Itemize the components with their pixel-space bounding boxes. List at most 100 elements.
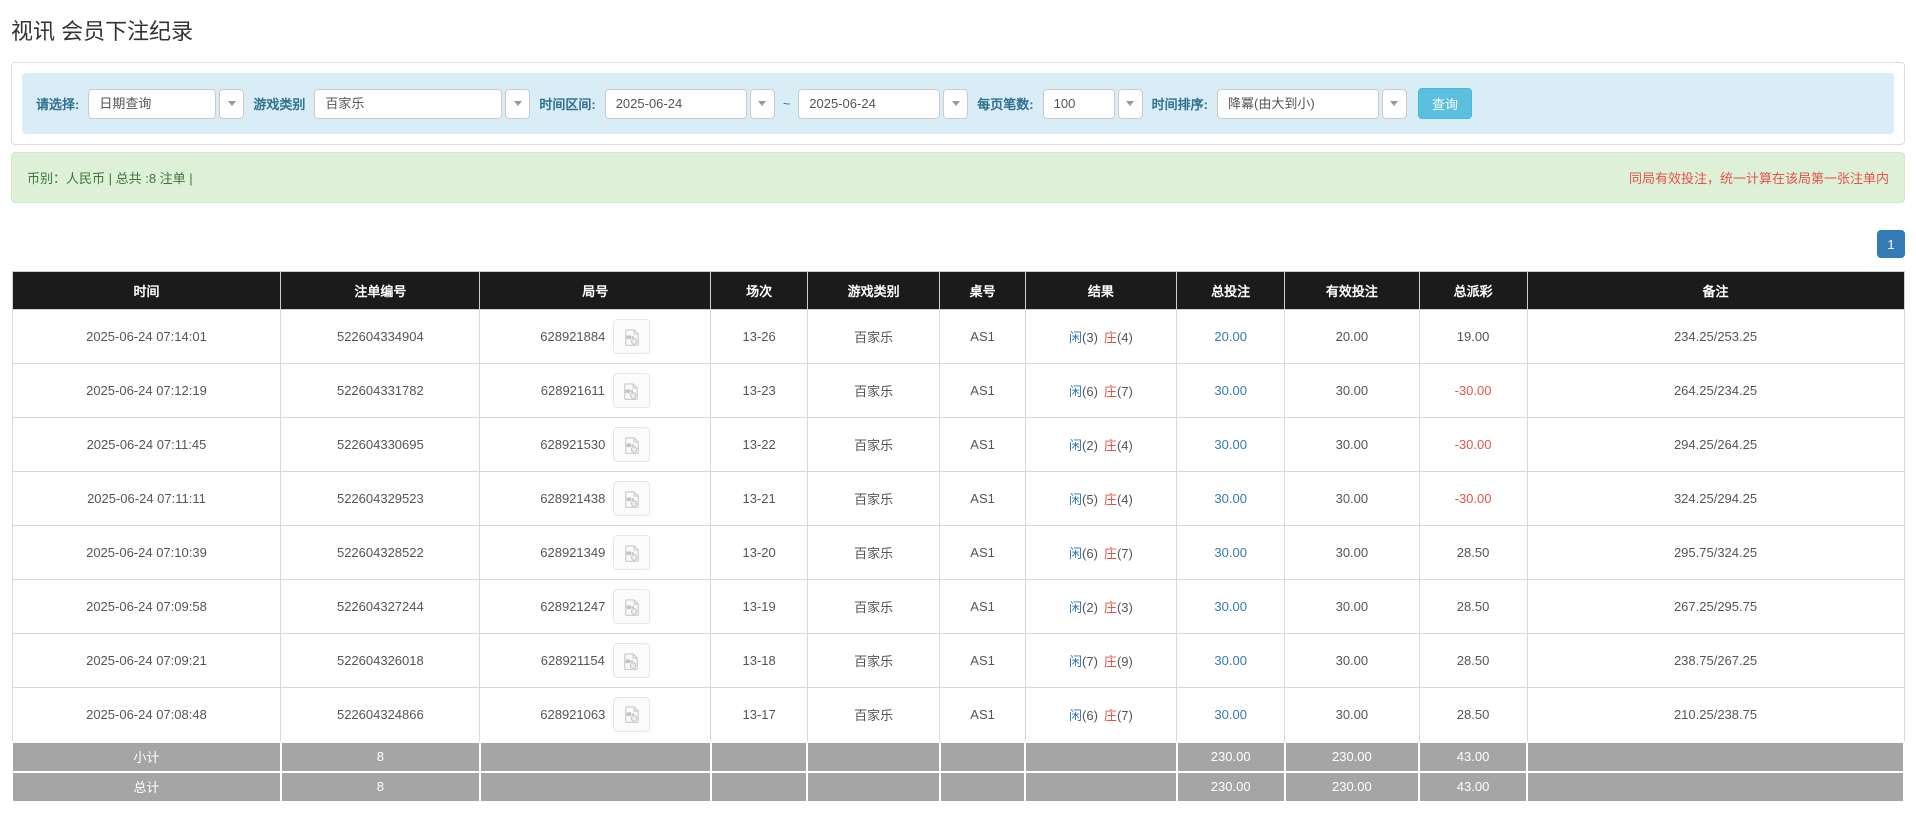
cell-total-bet: 30.00 bbox=[1176, 687, 1286, 742]
header-payout: 总派彩 bbox=[1418, 271, 1528, 310]
page-1-button[interactable]: 1 bbox=[1877, 230, 1905, 258]
total-bet-link[interactable]: 30.00 bbox=[1214, 437, 1247, 452]
result-player-score: (7) bbox=[1082, 654, 1098, 669]
video-replay-button[interactable] bbox=[613, 535, 651, 570]
query-type-select[interactable]: 日期查询 bbox=[88, 88, 245, 119]
subtotal-payout: 43.00 bbox=[1418, 740, 1529, 773]
cell-payout: -30.00 bbox=[1418, 471, 1528, 526]
cell-table-no: AS1 bbox=[939, 633, 1026, 688]
result-banker-score: (7) bbox=[1116, 384, 1133, 399]
table-row: 2025-06-24 07:12:19 522604331782 6289216… bbox=[11, 363, 1905, 418]
result-banker-label: 庄 bbox=[1103, 600, 1117, 615]
result-player-label: 闲 bbox=[1069, 330, 1083, 345]
cell-game-type: 百家乐 bbox=[806, 633, 941, 688]
cell-time: 2025-06-24 07:11:11 bbox=[11, 471, 282, 526]
result-player-label: 闲 bbox=[1069, 546, 1083, 561]
cell-game-type: 百家乐 bbox=[806, 579, 941, 634]
cell-valid-bet: 20.00 bbox=[1284, 309, 1420, 364]
result-banker-score: (4) bbox=[1116, 330, 1133, 345]
cell-bet-id: 522604328522 bbox=[280, 525, 481, 580]
search-button[interactable]: 查询 bbox=[1417, 88, 1472, 119]
header-remark: 备注 bbox=[1526, 271, 1905, 310]
result-player-score: (2) bbox=[1082, 600, 1098, 615]
header-table-no: 桌号 bbox=[939, 271, 1026, 310]
total-bet-link[interactable]: 30.00 bbox=[1214, 653, 1247, 668]
result-player-score: (6) bbox=[1082, 384, 1098, 399]
cell-round-id: 628921611 bbox=[479, 363, 712, 418]
summary-bar: 币别：人民币 | 总共 :8 注单 | 同局有效投注，统一计算在该局第一张注单内 bbox=[11, 152, 1905, 203]
cell-round-id: 628921063 bbox=[479, 687, 712, 742]
date-to-select[interactable]: 2025-06-24 bbox=[798, 88, 969, 119]
result-player-score: (3) bbox=[1082, 330, 1098, 345]
cell-payout: 28.50 bbox=[1418, 633, 1528, 688]
video-replay-button[interactable] bbox=[613, 696, 651, 732]
cell-game-type: 百家乐 bbox=[806, 687, 941, 742]
result-player-label: 闲 bbox=[1069, 654, 1083, 669]
result-banker-label: 庄 bbox=[1103, 384, 1117, 399]
page-size-select[interactable]: 100 bbox=[1042, 88, 1143, 119]
video-replay-button[interactable] bbox=[613, 589, 651, 624]
cell-table-no: AS1 bbox=[939, 471, 1026, 526]
filter-panel: 请选择: 日期查询 游戏类别 百家乐 时间区间: 2025-06-24 ~ 20… bbox=[11, 62, 1905, 145]
total-bet-link[interactable]: 30.00 bbox=[1214, 545, 1247, 560]
table-row: 2025-06-24 07:11:45 522604330695 6289215… bbox=[11, 417, 1905, 472]
game-type-select[interactable]: 百家乐 bbox=[314, 88, 531, 119]
table-row: 2025-06-24 07:14:01 522604334904 6289218… bbox=[11, 309, 1905, 364]
total-bet-link[interactable]: 20.00 bbox=[1214, 329, 1247, 344]
cell-time: 2025-06-24 07:14:01 bbox=[11, 309, 282, 364]
cell-result: 闲(2) 庄(4) bbox=[1024, 417, 1178, 472]
game-type-value: 百家乐 bbox=[314, 88, 503, 119]
result-player-score: (6) bbox=[1082, 707, 1098, 723]
total-bet-link[interactable]: 30.00 bbox=[1214, 383, 1247, 398]
cell-valid-bet: 30.00 bbox=[1284, 417, 1420, 472]
cell-remark: 267.25/295.75 bbox=[1526, 579, 1905, 634]
result-banker-score: (3) bbox=[1116, 600, 1133, 615]
cell-valid-bet: 30.00 bbox=[1284, 579, 1420, 634]
cell-valid-bet: 30.00 bbox=[1284, 687, 1420, 742]
grand-total-row: 总计 8 230.00 230.00 43.00 bbox=[11, 770, 1905, 803]
valid-bet-note-text: 同局有效投注，统一计算在该局第一张注单内 bbox=[1628, 171, 1889, 186]
page-title: 视讯 会员下注纪录 bbox=[11, 19, 194, 44]
chevron-down-icon bbox=[1381, 88, 1407, 119]
sort-select[interactable]: 降冪(由大到小) bbox=[1216, 88, 1407, 119]
video-replay-button[interactable] bbox=[613, 427, 651, 462]
cell-total-bet: 30.00 bbox=[1176, 525, 1286, 580]
result-banker-label: 庄 bbox=[1103, 546, 1117, 561]
total-bet-link[interactable]: 30.00 bbox=[1214, 599, 1247, 614]
cell-payout: 19.00 bbox=[1418, 309, 1528, 364]
cell-total-bet: 20.00 bbox=[1176, 309, 1286, 364]
result-banker-score: (7) bbox=[1116, 707, 1133, 723]
video-replay-button[interactable] bbox=[612, 643, 650, 678]
cell-remark: 234.25/253.25 bbox=[1526, 309, 1905, 364]
cell-session: 13-22 bbox=[710, 417, 808, 472]
result-banker-label: 庄 bbox=[1103, 330, 1117, 345]
table-header: 时间 注单编号 局号 场次 游戏类别 桌号 结果 总投注 有效投注 总派彩 备注 bbox=[11, 271, 1905, 310]
subtotal-row: 小计 8 230.00 230.00 43.00 bbox=[11, 740, 1905, 773]
result-player-label: 闲 bbox=[1069, 707, 1083, 723]
cell-total-bet: 30.00 bbox=[1176, 363, 1286, 418]
cell-game-type: 百家乐 bbox=[806, 417, 941, 472]
video-replay-button[interactable] bbox=[613, 319, 651, 354]
cell-table-no: AS1 bbox=[939, 363, 1026, 418]
total-bet-link[interactable]: 30.00 bbox=[1214, 707, 1247, 722]
video-replay-button[interactable] bbox=[612, 373, 650, 408]
cell-session: 13-26 bbox=[710, 309, 808, 364]
result-banker-score: (4) bbox=[1116, 438, 1133, 453]
date-to-value: 2025-06-24 bbox=[798, 88, 941, 119]
cell-result: 闲(5) 庄(4) bbox=[1024, 471, 1178, 526]
cell-valid-bet: 30.00 bbox=[1284, 363, 1420, 418]
round-id-text: 628921247 bbox=[540, 599, 606, 614]
chevron-down-icon bbox=[1117, 88, 1143, 119]
total-bet-link[interactable]: 30.00 bbox=[1214, 491, 1247, 506]
page-size-label: 每页笔数: bbox=[977, 97, 1034, 112]
chevron-down-icon bbox=[219, 88, 245, 119]
video-file-icon bbox=[625, 544, 639, 562]
video-file-icon bbox=[625, 328, 639, 346]
cell-result: 闲(2) 庄(3) bbox=[1024, 579, 1178, 634]
date-from-select[interactable]: 2025-06-24 bbox=[604, 88, 775, 119]
video-replay-button[interactable] bbox=[613, 481, 651, 516]
sort-label: 时间排序: bbox=[1151, 97, 1208, 112]
cell-round-id: 628921530 bbox=[479, 417, 712, 472]
cell-round-id: 628921349 bbox=[479, 525, 712, 580]
table-row: 2025-06-24 07:10:39 522604328522 6289213… bbox=[11, 525, 1905, 580]
